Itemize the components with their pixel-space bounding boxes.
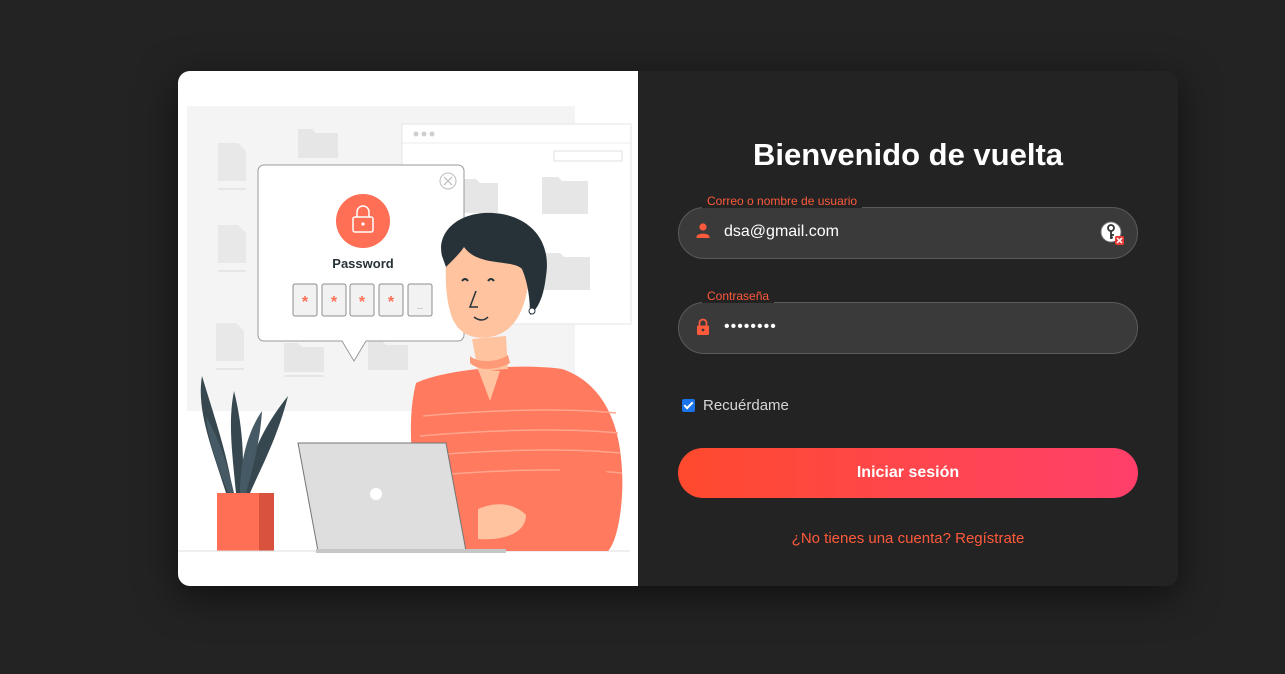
remember-label: Recuérdame [703, 397, 789, 414]
form-title: Bienvenido de vuelta [752, 137, 1064, 172]
login-button[interactable]: Iniciar sesión [678, 448, 1138, 498]
username-field[interactable]: Correo o nombre de usuario [678, 194, 1138, 259]
password-input[interactable] [724, 302, 1084, 352]
illustration-panel: Password * * * * _ [178, 71, 638, 586]
padlock-icon [336, 194, 390, 248]
login-form-panel: Bienvenido de vuelta Correo o nombre de … [638, 71, 1178, 586]
username-label: Correo o nombre de usuario [702, 194, 863, 208]
password-dialog-label: Password [332, 256, 393, 271]
register-link[interactable]: ¿No tienes una cuenta? Regístrate [638, 530, 1178, 547]
password-field[interactable]: Contraseña [678, 289, 1138, 354]
login-illustration: Password * * * * _ [178, 106, 632, 553]
pin-char: * [388, 294, 395, 311]
pin-char: * [302, 294, 309, 311]
username-input[interactable] [724, 207, 1084, 257]
pin-char: _ [416, 299, 423, 310]
password-label: Contraseña [702, 289, 775, 303]
password-manager-icon[interactable] [1100, 220, 1126, 246]
user-icon [696, 223, 710, 238]
pin-char: * [359, 294, 366, 311]
remember-me[interactable]: Recuérdame [682, 397, 789, 414]
search-bar [553, 150, 623, 162]
lock-icon [697, 318, 709, 335]
pin-char: * [331, 294, 338, 311]
remember-checkbox[interactable] [682, 399, 695, 412]
login-card: Password * * * * _ Bienvenido de vuelta … [178, 71, 1178, 586]
